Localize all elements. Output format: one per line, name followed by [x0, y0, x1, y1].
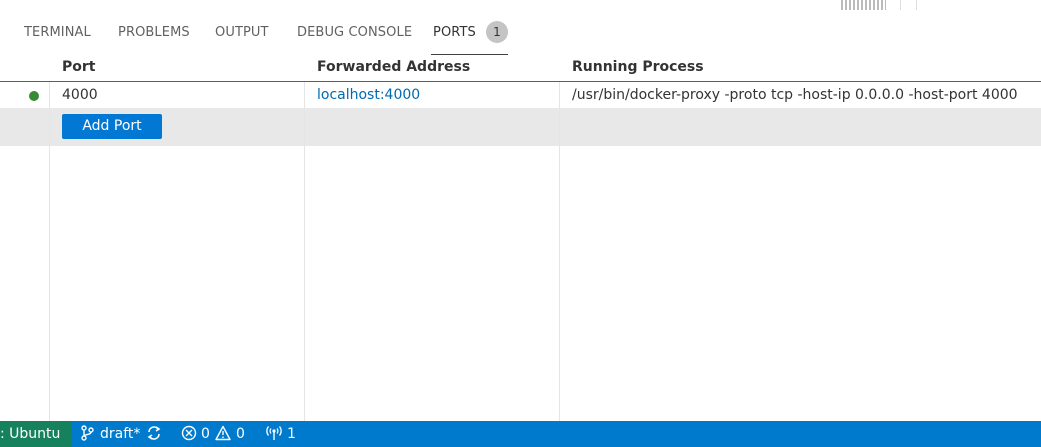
warning-count[interactable]: 0	[236, 426, 245, 442]
qr-code-fragment	[841, 0, 886, 10]
warning-icon[interactable]	[215, 425, 231, 441]
divider	[900, 0, 901, 10]
remote-label: : Ubuntu	[0, 426, 61, 442]
column-divider[interactable]	[304, 82, 305, 421]
column-header-forwarded-address[interactable]: Forwarded Address	[317, 59, 470, 75]
divider	[916, 0, 917, 10]
column-header-port[interactable]: Port	[62, 59, 95, 75]
broadcast-ports-icon[interactable]	[265, 425, 283, 441]
ports-table: Port Forwarded Address Running Process 4…	[0, 55, 1041, 421]
port-cell[interactable]: 4000	[62, 87, 98, 103]
sync-icon[interactable]	[146, 425, 162, 441]
tab-ports[interactable]: PORTS	[433, 25, 476, 40]
panel-tabs: TERMINAL PROBLEMS OUTPUT DEBUG CONSOLE P…	[0, 10, 1041, 55]
git-branch-icon	[81, 425, 94, 441]
error-icon[interactable]	[181, 425, 197, 441]
forwarded-address-link[interactable]: localhost:4000	[317, 87, 420, 103]
remote-indicator[interactable]: : Ubuntu	[0, 421, 72, 447]
tab-output[interactable]: OUTPUT	[215, 25, 269, 40]
running-status-icon	[29, 91, 39, 101]
column-header-running-process[interactable]: Running Process	[572, 59, 704, 75]
column-divider	[49, 82, 50, 421]
status-bar: : Ubuntu draft* 0 0 1	[0, 421, 1041, 447]
add-port-button[interactable]: Add Port	[62, 114, 162, 139]
tab-debug-console[interactable]: DEBUG CONSOLE	[297, 25, 412, 40]
tab-problems[interactable]: PROBLEMS	[118, 25, 190, 40]
error-count[interactable]: 0	[201, 426, 210, 442]
ports-count-badge: 1	[486, 21, 508, 43]
add-port-row: Add Port	[0, 108, 1041, 146]
column-divider[interactable]	[559, 82, 560, 421]
running-process-cell: /usr/bin/docker-proxy -proto tcp -host-i…	[572, 87, 1018, 103]
forwarded-ports-count[interactable]: 1	[287, 426, 296, 442]
branch-name[interactable]: draft*	[100, 426, 140, 442]
table-row[interactable]: 4000 localhost:4000 /usr/bin/docker-prox…	[0, 82, 1041, 108]
tab-terminal[interactable]: TERMINAL	[24, 25, 91, 40]
editor-cutoff-strip	[0, 0, 1041, 10]
table-header: Port Forwarded Address Running Process	[0, 55, 1041, 82]
